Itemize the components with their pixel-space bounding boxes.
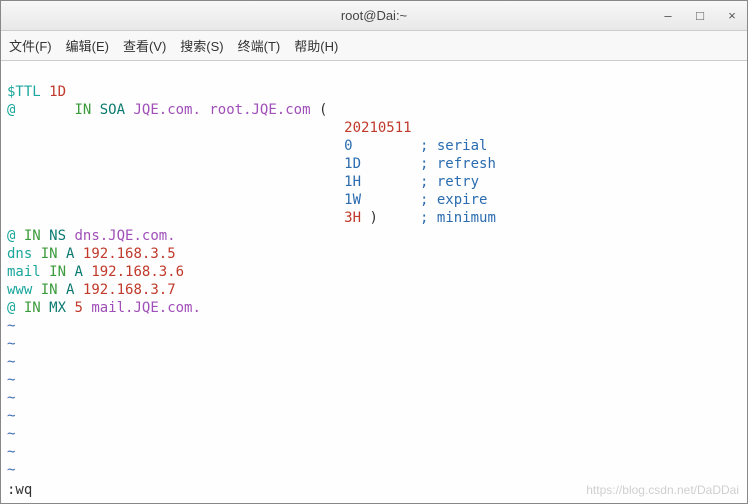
ns-owner: @ [7,228,15,244]
menu-view[interactable]: 查看(V) [123,36,166,55]
soa-responsible: root.JQE.com [209,102,310,118]
vi-command-line[interactable]: :wq [7,481,32,499]
menu-terminal[interactable]: 终端(T) [238,36,281,55]
refresh-line: 1D ; refresh [344,156,496,172]
vi-tilde: ~ [7,408,15,424]
vi-tilde: ~ [7,372,15,388]
menu-edit[interactable]: 编辑(E) [66,36,109,55]
kw-mx: MX [49,300,66,316]
minimum-value: 3H [344,210,361,226]
window-title: root@Dai:~ [341,8,407,23]
vi-tilde: ~ [7,462,15,478]
a3-owner: www [7,282,32,298]
menu-file[interactable]: 文件(F) [9,36,52,55]
vi-tilde: ~ [7,354,15,370]
a2-ip: 192.168.3.6 [91,264,184,280]
mx-target: mail.JQE.com. [91,300,201,316]
ttl-directive: $TTL [7,84,41,100]
close-button[interactable]: × [725,9,739,23]
serial-date: 20210511 [344,120,411,136]
kw-in-6: IN [24,300,41,316]
mx-owner: @ [7,300,15,316]
menu-help[interactable]: 帮助(H) [294,36,338,55]
menu-search[interactable]: 搜索(S) [180,36,223,55]
a2-owner: mail [7,264,41,280]
kw-in-1: IN [74,102,91,118]
watermark: https://blog.csdn.net/DaDDai [586,481,739,499]
kw-ns: NS [49,228,66,244]
ns-target: dns.JQE.com. [74,228,175,244]
minimum-comment: ; minimum [420,210,496,226]
vi-tilde: ~ [7,336,15,352]
kw-in-2: IN [24,228,41,244]
retry-line: 1H ; retry [344,174,479,190]
a3-ip: 192.168.3.7 [83,282,176,298]
menubar: 文件(F) 编辑(E) 查看(V) 搜索(S) 终端(T) 帮助(H) [1,31,747,61]
mx-priority: 5 [74,300,82,316]
soa-primary: JQE.com. [133,102,200,118]
maximize-button[interactable]: □ [693,9,707,23]
terminal-window: root@Dai:~ – □ × 文件(F) 编辑(E) 查看(V) 搜索(S)… [0,0,748,504]
terminal-view[interactable]: $TTL 1D @ IN SOA JQE.com. root.JQE.com (… [1,61,747,503]
titlebar: root@Dai:~ – □ × [1,1,747,31]
open-paren: ( [319,102,327,118]
window-controls: – □ × [661,9,739,23]
origin: @ [7,102,15,118]
kw-a-2: A [74,264,82,280]
a1-ip: 192.168.3.5 [83,246,176,262]
kw-in-5: IN [41,282,58,298]
kw-in-3: IN [41,246,58,262]
expire-line: 1W ; expire [344,192,487,208]
kw-a-3: A [66,282,74,298]
kw-a-1: A [66,246,74,262]
vi-tilde: ~ [7,444,15,460]
vi-tilde: ~ [7,390,15,406]
kw-soa: SOA [100,102,125,118]
close-paren: ) [369,210,377,226]
ttl-value: 1D [49,84,66,100]
vi-tilde: ~ [7,426,15,442]
vi-tilde: ~ [7,318,15,334]
serial-line: 0 ; serial [344,138,487,154]
kw-in-4: IN [49,264,66,280]
minimize-button[interactable]: – [661,9,675,23]
a1-owner: dns [7,246,32,262]
